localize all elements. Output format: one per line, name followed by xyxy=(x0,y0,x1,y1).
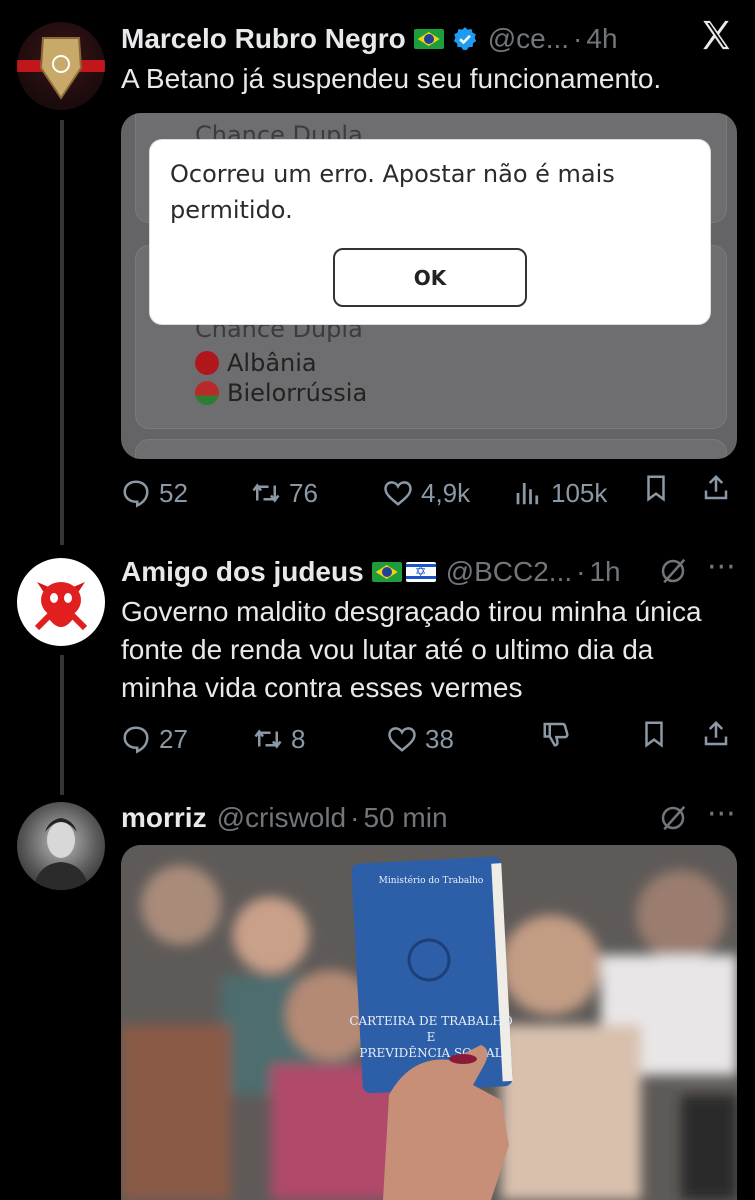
tweet-time[interactable]: 4h xyxy=(586,22,617,56)
shield-avatar-icon xyxy=(17,37,105,100)
avatar[interactable] xyxy=(17,22,105,110)
x-logo-icon[interactable] xyxy=(699,18,733,52)
separator: · xyxy=(576,556,586,587)
like-button[interactable]: 38 xyxy=(387,719,454,759)
portrait-avatar-icon xyxy=(33,818,89,890)
thread-line xyxy=(60,120,64,545)
author-name[interactable]: Amigo dos judeus xyxy=(121,555,364,589)
separator: · xyxy=(350,802,360,833)
brazil-flag-icon xyxy=(371,562,402,582)
thread-line xyxy=(60,655,64,795)
albania-flag-icon xyxy=(195,351,219,375)
ok-button[interactable]: OK xyxy=(333,248,527,307)
views-count: 105k xyxy=(551,478,608,508)
separator: · xyxy=(573,23,583,54)
more-icon[interactable]: ··· xyxy=(707,800,736,830)
grok-icon[interactable] xyxy=(658,556,688,586)
error-dialog: Ocorreu um erro. Apostar não é mais perm… xyxy=(150,140,710,324)
tweet-header: morriz @criswold · 50 min xyxy=(121,801,448,835)
author-handle[interactable]: @ce... xyxy=(488,22,569,56)
more-icon[interactable]: ··· xyxy=(707,553,736,583)
thumbs-down-icon xyxy=(541,719,579,749)
retweet-icon xyxy=(253,724,291,754)
avatar[interactable] xyxy=(17,558,105,646)
tweet-actions: 52 76 4,9k 105k xyxy=(121,473,741,513)
heart-icon xyxy=(387,724,425,754)
share-icon xyxy=(701,473,739,503)
bookmark-button[interactable] xyxy=(639,719,677,749)
reply-icon xyxy=(121,724,159,754)
booklet-text: CARTEIRA DE TRABALHO xyxy=(349,1014,513,1028)
retweet-count: 76 xyxy=(289,478,318,508)
israel-flag-icon xyxy=(405,562,436,582)
bet-card xyxy=(135,439,727,459)
crowd-photo-image: Ministério do Trabalho CARTEIRA DE TRABA… xyxy=(121,845,737,1200)
team-name: Bielorrússia xyxy=(227,379,368,407)
tweet-text: Governo maldito desgraçado tirou minha ú… xyxy=(121,596,702,703)
share-button[interactable] xyxy=(701,473,739,503)
like-count: 38 xyxy=(425,724,454,754)
team-name: Albânia xyxy=(227,349,317,377)
like-button[interactable]: 4,9k xyxy=(383,473,470,513)
heart-icon xyxy=(383,478,421,508)
bookmark-button[interactable] xyxy=(641,473,679,503)
views-button[interactable]: 105k xyxy=(513,473,607,513)
author-handle[interactable]: @criswold xyxy=(217,801,347,835)
booklet-text: Ministério do Trabalho xyxy=(379,875,484,886)
tweet-text: A Betano já suspendeu seu funcionamento. xyxy=(121,63,662,94)
reply-icon xyxy=(121,478,159,508)
reply-count: 27 xyxy=(159,724,188,754)
grok-icon[interactable] xyxy=(658,803,688,833)
views-icon xyxy=(513,478,551,508)
devil-avatar-icon xyxy=(34,582,88,631)
retweet-button[interactable]: 76 xyxy=(251,473,318,513)
dislike-button[interactable] xyxy=(541,719,579,749)
tweet-time[interactable]: 1h xyxy=(589,555,620,589)
reply-button[interactable]: 52 xyxy=(121,473,188,513)
reply-button[interactable]: 27 xyxy=(121,719,188,759)
retweet-count: 8 xyxy=(291,724,306,754)
bookmark-icon xyxy=(641,473,679,503)
reply-count: 52 xyxy=(159,478,188,508)
booklet-text: E xyxy=(427,1030,436,1044)
retweet-icon xyxy=(251,478,289,508)
share-button[interactable] xyxy=(701,719,739,749)
like-count: 4,9k xyxy=(421,478,471,508)
brazil-flag-icon xyxy=(413,29,444,49)
retweet-button[interactable]: 8 xyxy=(253,719,305,759)
bookmark-icon xyxy=(639,719,677,749)
verified-badge-icon xyxy=(453,27,476,51)
author-name[interactable]: morriz xyxy=(121,801,207,835)
tweet-actions: 27 8 38 xyxy=(121,719,741,759)
tweet-photo[interactable]: Ministério do Trabalho CARTEIRA DE TRABA… xyxy=(121,845,737,1200)
author-name[interactable]: Marcelo Rubro Negro xyxy=(121,22,406,56)
avatar[interactable] xyxy=(17,802,105,890)
error-message: Ocorreu um erro. Apostar não é mais perm… xyxy=(170,160,615,224)
tweet-header: Amigo dos judeus @BCC2... · 1h xyxy=(121,555,621,589)
belarus-flag-icon xyxy=(195,381,219,405)
author-handle[interactable]: @BCC2... xyxy=(446,555,572,589)
tweet-header: Marcelo Rubro Negro @ce... · 4h xyxy=(121,22,618,56)
share-icon xyxy=(701,719,739,749)
tweet-time[interactable]: 50 min xyxy=(363,801,447,835)
